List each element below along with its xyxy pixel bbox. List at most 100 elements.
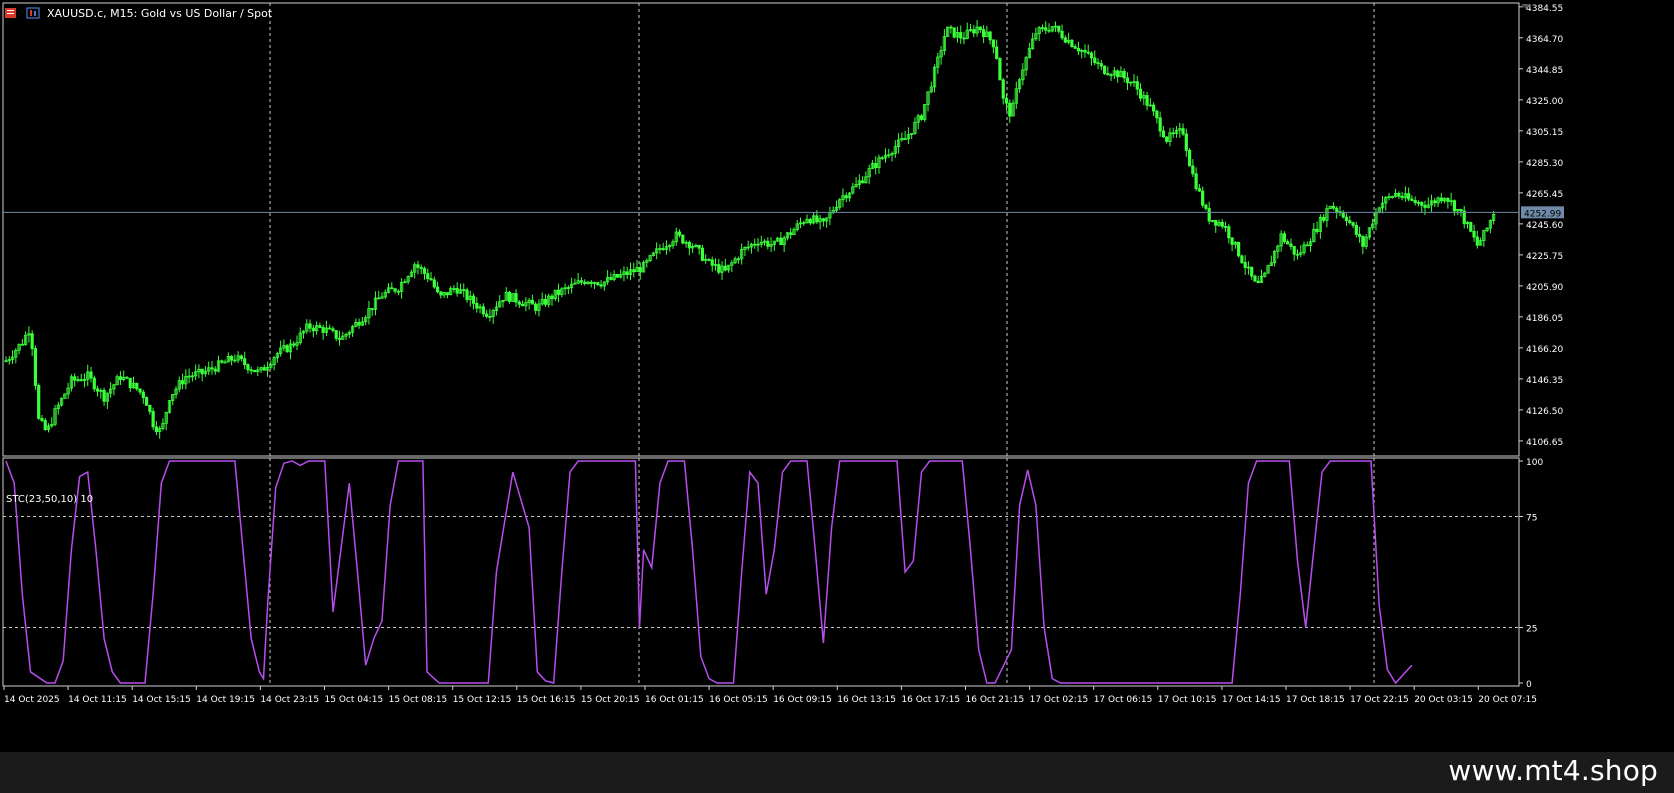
time-tick-label: 16 Oct 17:15 [901,695,960,705]
candle-body [1073,46,1077,49]
candle-body [455,288,459,294]
candle-body [1348,220,1352,223]
candle-body [779,237,783,246]
candle-body [1358,234,1362,237]
candle-body [517,301,521,305]
candle-body [995,46,999,59]
candle-body [357,321,361,326]
candle-body [821,218,825,222]
candle-body [43,420,47,431]
candle-body [1099,63,1103,67]
candle-body [1305,244,1309,247]
price-tick-label: 4126.50 [1526,407,1563,417]
chart-area[interactable]: 4384.55 4364.70 4344.85 4325.00 4305.15 4285.… [0,0,1674,793]
candle-body [249,369,253,372]
candle-body [514,293,518,303]
candle-body [1433,200,1437,204]
candle-body [550,295,554,300]
candle-body [138,388,142,393]
candle-body [33,348,38,386]
candle-body [991,39,996,48]
candle-body [1060,30,1064,39]
candle-body [1214,219,1218,226]
candle-body [229,356,234,361]
candle-body [1063,37,1067,43]
candle-body [1223,226,1228,228]
candle-body [717,264,721,273]
stc-tick-label: 75 [1526,514,1537,524]
footer-bar [0,752,1674,793]
candle-body [1452,200,1457,212]
candle-body [154,426,158,432]
candle-body [1040,27,1045,30]
candle-body [210,367,214,370]
candle-body [1282,233,1286,243]
candle-body [625,271,629,275]
stc-tick-label: 100 [1526,458,1543,468]
candle-body [213,368,217,372]
candle-body [1227,226,1231,239]
candle-body [426,273,430,280]
candle-body [318,325,322,328]
stc-tick-label: 25 [1526,625,1537,635]
stc-line [5,460,1413,685]
time-tick-label: 14 Oct 11:15 [68,695,127,705]
candle-body [331,328,335,331]
candle-body [753,243,757,246]
candle-body [661,248,665,250]
time-tick-label: 15 Oct 08:15 [389,695,448,705]
candle-body [471,295,476,304]
candle-body [903,138,907,140]
candle-body [1181,128,1185,135]
candle-body [125,376,129,379]
candle-body [710,259,714,266]
candle-body [589,281,593,284]
candle-body [30,333,34,350]
candle-body [998,58,1002,81]
candle-body [952,27,956,38]
candle-body [1315,228,1319,232]
candle-body [246,364,250,371]
candle-body [1187,149,1192,167]
time-tick-label: 20 Oct 03:15 [1414,695,1473,705]
candle-body [328,327,332,330]
candle-body [1070,39,1074,48]
candle-body [445,292,449,296]
candle-body [766,240,770,247]
price-tick-label: 4225.75 [1526,252,1563,262]
candle-body [1420,201,1424,206]
stc-tick-label: 0 [1526,680,1532,690]
candle-body [1204,204,1208,209]
candle-body [89,371,93,379]
candle-body [1475,236,1479,246]
time-tick-label: 15 Oct 12:15 [453,695,512,705]
candle-body [1145,95,1149,106]
candle-body [37,385,41,419]
candles-icon[interactable] [26,7,40,19]
candle-body [723,265,727,271]
candle-body [1237,241,1241,257]
chart-icon-line [7,13,14,14]
watermark: www.mt4.shop [1448,754,1658,787]
candle-body [419,266,423,269]
candle-body [1116,70,1120,78]
candle-body [79,379,83,382]
symbol-title: XAUUSD.c, M15: Gold vs US Dollar / Spot [47,7,273,20]
candle-body [815,215,819,223]
current-price-label: 4252.99 [1524,209,1561,219]
candle-body [1230,237,1234,245]
candle-body [223,361,227,364]
candle-body [808,218,812,224]
candle-body [1289,243,1293,247]
candle-body [1057,25,1061,32]
candle-body [1086,51,1090,54]
time-tick-label: 16 Oct 09:15 [773,695,832,705]
candle-body [1407,193,1411,200]
time-tick-label: 16 Oct 13:15 [837,695,896,705]
candle-body [422,268,427,274]
candle-body [481,306,485,315]
candle-body [243,358,247,366]
candle-body [988,31,992,41]
candle-body [239,355,244,360]
candle-body [485,313,489,317]
